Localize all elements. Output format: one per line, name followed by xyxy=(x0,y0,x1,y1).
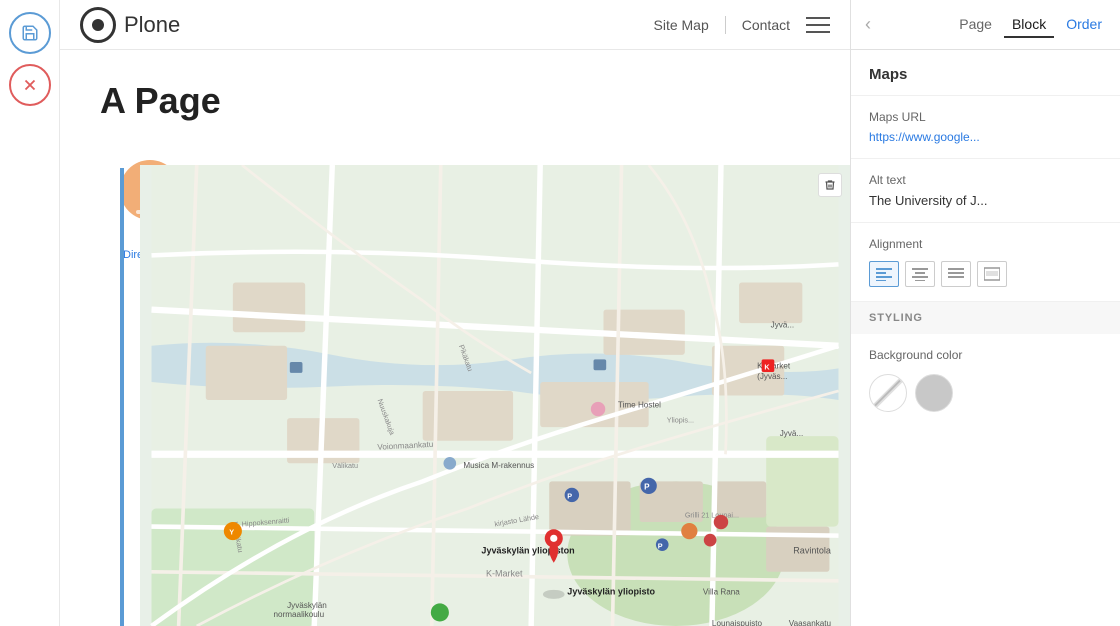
map-svg: Voionmaankatu Pikäkatu Hippoksenraitti K… xyxy=(140,165,850,626)
panel-section-title: Maps xyxy=(851,50,1120,96)
color-swatch-gray[interactable] xyxy=(915,374,953,412)
background-color-label: Background color xyxy=(869,348,1102,362)
svg-text:P: P xyxy=(567,492,572,501)
maps-url-label: Maps URL xyxy=(869,110,1102,124)
svg-text:Yliopis...: Yliopis... xyxy=(667,416,694,425)
svg-text:Y: Y xyxy=(229,528,234,537)
cancel-button[interactable] xyxy=(9,64,51,106)
alignment-options xyxy=(869,261,1102,287)
save-icon xyxy=(21,24,39,42)
svg-text:Jyvä...: Jyvä... xyxy=(780,429,803,438)
panel-nav-back[interactable]: ‹ xyxy=(861,10,875,39)
align-full-button[interactable] xyxy=(977,261,1007,287)
tab-order[interactable]: Order xyxy=(1058,12,1110,38)
map-container: Voionmaankatu Pikäkatu Hippoksenraitti K… xyxy=(140,165,850,626)
svg-text:Välikatu: Välikatu xyxy=(332,461,358,470)
hamburger-menu[interactable] xyxy=(806,17,830,33)
top-nav: Plone Site Map Contact xyxy=(60,0,850,50)
svg-text:Time Hostel: Time Hostel xyxy=(618,400,661,409)
color-swatches xyxy=(869,374,1102,412)
nav-right: Site Map Contact xyxy=(654,16,831,34)
alt-text-label: Alt text xyxy=(869,173,1102,187)
align-right-icon xyxy=(948,267,964,281)
svg-text:Ravintola: Ravintola xyxy=(793,546,832,556)
background-color-field: Background color xyxy=(851,334,1120,426)
svg-text:K-Market: K-Market xyxy=(486,568,523,578)
tab-block[interactable]: Block xyxy=(1004,12,1054,38)
svg-text:Jyväskylän yliopisto: Jyväskylän yliopisto xyxy=(567,586,655,596)
svg-text:(Jyväs...: (Jyväs... xyxy=(757,372,787,381)
site-map-link[interactable]: Site Map xyxy=(654,17,709,33)
plone-logo-text: Plone xyxy=(124,12,180,38)
plone-logo: Plone xyxy=(80,7,180,43)
svg-text:K: K xyxy=(764,362,770,371)
svg-text:Grilli 21 Lounai...: Grilli 21 Lounai... xyxy=(685,511,739,520)
tab-page[interactable]: Page xyxy=(951,12,1000,38)
svg-text:Jyväskylän yliopiston: Jyväskylän yliopiston xyxy=(481,546,574,556)
align-right-button[interactable] xyxy=(941,261,971,287)
svg-text:Musica M-rakennus: Musica M-rakennus xyxy=(463,461,534,470)
save-button[interactable] xyxy=(9,12,51,54)
align-full-icon xyxy=(984,267,1000,281)
align-center-button[interactable] xyxy=(905,261,935,287)
nav-divider xyxy=(725,16,726,34)
main-content: Plone Site Map Contact A Page ▶ Directio… xyxy=(60,0,850,626)
left-toolbar xyxy=(0,0,60,626)
alignment-field: Alignment xyxy=(851,223,1120,302)
svg-text:P: P xyxy=(658,541,663,550)
align-left-icon xyxy=(876,267,892,281)
panel-tabs: ‹ Page Block Order xyxy=(851,0,1120,50)
alignment-label: Alignment xyxy=(869,237,1102,251)
maps-url-value[interactable]: https://www.google... xyxy=(869,130,1102,144)
align-left-button[interactable] xyxy=(869,261,899,287)
svg-text:Lounaispuisto: Lounaispuisto xyxy=(712,619,763,626)
svg-text:P: P xyxy=(644,483,650,492)
trash-icon xyxy=(824,179,836,191)
plone-logo-icon xyxy=(80,7,116,43)
svg-text:normaalikoulu: normaalikoulu xyxy=(274,610,325,619)
styling-section-header: STYLING xyxy=(851,302,1120,334)
right-panel: ‹ Page Block Order Maps Maps URL https:/… xyxy=(850,0,1120,626)
map-delete-button[interactable] xyxy=(818,173,842,197)
alt-text-field: Alt text The University of J... xyxy=(851,159,1120,223)
maps-url-field: Maps URL https://www.google... xyxy=(851,96,1120,159)
page-body: A Page ▶ Directions xyxy=(60,50,850,626)
svg-text:Villa Rana: Villa Rana xyxy=(703,587,740,596)
align-center-icon xyxy=(912,267,928,281)
alt-text-value[interactable]: The University of J... xyxy=(869,193,1102,208)
svg-text:Jyvä...: Jyvä... xyxy=(771,321,794,330)
contact-link[interactable]: Contact xyxy=(742,17,790,33)
svg-text:Jyväskylän: Jyväskylän xyxy=(287,601,327,610)
svg-text:Vaasankatu: Vaasankatu xyxy=(789,619,831,626)
left-accent-line xyxy=(120,168,124,626)
cancel-icon xyxy=(21,76,39,94)
color-swatch-none[interactable] xyxy=(869,374,907,412)
page-title: A Page xyxy=(100,80,810,122)
